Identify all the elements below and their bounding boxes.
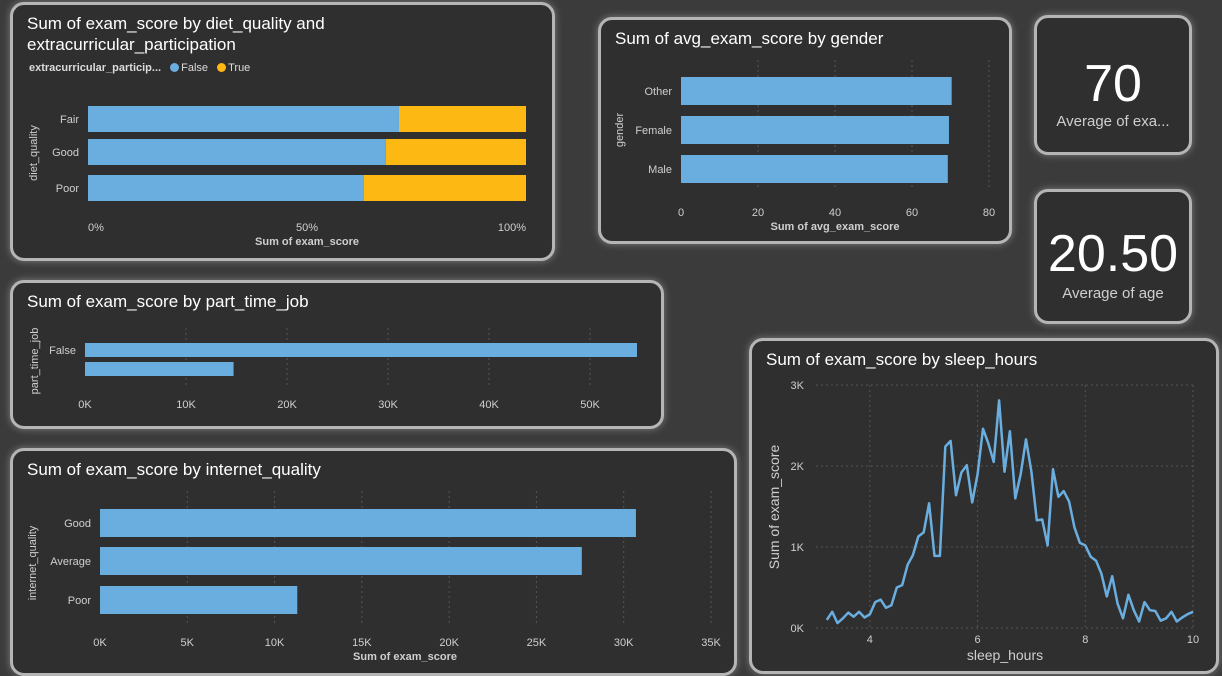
y-tick-label: 3K <box>791 380 805 392</box>
sleep-chart[interactable]: 0K1K2K3K4 6 8 10sleep_hoursSum of exam_scor… <box>752 341 1219 674</box>
internet-quality-card[interactable]: Sum of exam_score by internet_quality 0K… <box>10 448 737 676</box>
x-tick-label: 25K <box>527 637 547 649</box>
x-tick-label: 8 <box>1082 634 1088 646</box>
x-tick-label: 30K <box>614 637 634 649</box>
kpi-avg-exam-label: Average of exa... <box>1056 113 1170 130</box>
bar-average <box>100 547 582 575</box>
bar-male <box>681 155 948 183</box>
bar-poor-false <box>88 175 364 201</box>
y-axis-label: Sum of exam_score <box>766 445 782 570</box>
y-tick-label: 0K <box>791 623 805 635</box>
sleep-hours-card[interactable]: Sum of exam_score by sleep_hours 0K 1K 2K 3… <box>749 338 1219 674</box>
bar-good-false <box>88 139 386 165</box>
x-tick-label: 15K <box>352 637 372 649</box>
y-tick-label: 1K <box>791 542 805 554</box>
x-tick-label: 80 <box>983 207 995 219</box>
x-tick-label: 20K <box>277 399 297 411</box>
y-tick-label: Poor <box>56 183 80 195</box>
x-tick-label: 0K <box>78 399 92 411</box>
y-tick-label: Male <box>648 164 672 176</box>
x-tick-label: 5K <box>181 637 195 649</box>
y-tick-label: Other <box>644 86 672 98</box>
y-tick-label: Fair <box>60 114 79 126</box>
y-tick-label: Good <box>52 147 79 159</box>
x-tick-label: 60 <box>906 207 918 219</box>
series-line <box>825 399 1194 625</box>
bar-other <box>681 77 952 105</box>
x-tick-label: 40K <box>479 399 499 411</box>
y-tick-label: Poor <box>68 595 92 607</box>
x-tick-label: 10 <box>1187 634 1199 646</box>
x-tick-label: 0 <box>678 207 684 219</box>
x-tick-label: 50K <box>580 399 600 411</box>
bar-false <box>85 343 637 357</box>
internet-chart[interactable]: 0K 5K 10K 15K 20K 25K 30K 35KGoodAveragePoorSum… <box>13 451 737 676</box>
bar-row-1 <box>85 362 234 376</box>
bar-poor-true <box>363 175 526 201</box>
y-axis-label: internet_quality <box>27 525 39 600</box>
x-axis-label: Sum of avg_exam_score <box>770 221 899 233</box>
y-tick-label: Good <box>64 518 91 530</box>
x-tick-label: 35K <box>701 637 721 649</box>
x-tick-label: 30K <box>378 399 398 411</box>
x-tick-label: 50% <box>296 222 318 234</box>
x-tick-label: 20 <box>752 207 764 219</box>
x-tick-label: 10K <box>265 637 285 649</box>
bar-fair-true <box>398 106 526 132</box>
y-axis-label: diet_quality <box>28 125 40 181</box>
y-tick-label: 2K <box>791 461 805 473</box>
kpi-avg-age-card[interactable]: 20.50 Average of age <box>1034 189 1192 324</box>
x-tick-label: 4 <box>867 634 873 646</box>
y-axis-label: gender <box>614 113 626 148</box>
kpi-avg-exam-card[interactable]: 70 Average of exa... <box>1034 15 1192 155</box>
x-tick-label: 40 <box>829 207 841 219</box>
bar-fair-false <box>88 106 399 132</box>
x-axis-label: sleep_hours <box>967 647 1043 663</box>
kpi-avg-age-label: Average of age <box>1062 285 1164 302</box>
diet-quality-card[interactable]: Sum of exam_score by diet_quality and ex… <box>10 2 555 261</box>
bar-female <box>681 116 949 144</box>
diet-chart[interactable]: Fair Good Poor 0% 50% 100% Sum of exam_score di… <box>13 5 555 261</box>
bar-good-true <box>385 139 526 165</box>
y-tick-label: False <box>49 345 76 357</box>
parttime-chart[interactable]: 0K 10K 20K 30K 40K 50K False part_time_job <box>13 283 664 429</box>
kpi-avg-age-value: 20.50 <box>1047 225 1179 283</box>
x-tick-label: 6 <box>975 634 981 646</box>
x-tick-label: 10K <box>176 399 196 411</box>
part-time-job-card[interactable]: Sum of exam_score by part_time_job 0K 10K… <box>10 280 664 429</box>
gender-chart[interactable]: 0 20 40 60 80OtherFemaleMaleSum of avg_exam_… <box>601 20 1012 244</box>
x-tick-label: 100% <box>498 222 526 234</box>
y-tick-label: Average <box>50 556 91 568</box>
y-tick-label: Female <box>635 125 672 137</box>
gender-card[interactable]: Sum of avg_exam_score by gender 0 20 40 60 8… <box>598 17 1012 244</box>
bar-good <box>100 509 636 537</box>
bar-poor <box>100 586 298 614</box>
kpi-avg-exam-value: 70 <box>1084 55 1142 113</box>
x-tick-label: 0K <box>93 637 107 649</box>
x-tick-label: 0% <box>88 222 104 234</box>
x-axis-label: Sum of exam_score <box>353 651 457 663</box>
x-axis-label: Sum of exam_score <box>255 236 359 248</box>
y-axis-label: part_time_job <box>29 328 41 395</box>
x-tick-label: 20K <box>439 637 459 649</box>
